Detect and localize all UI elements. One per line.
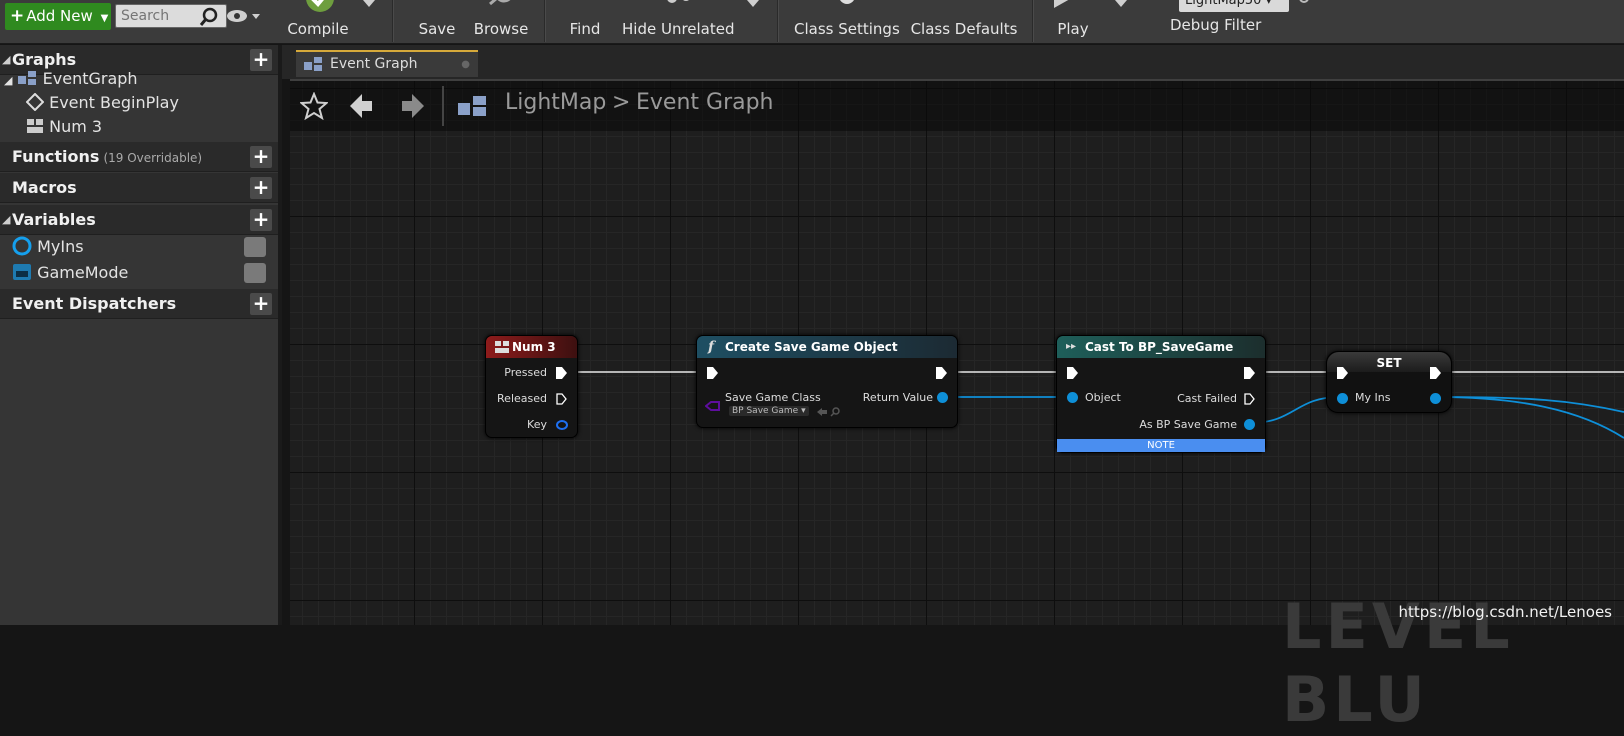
exec-pin-in[interactable] bbox=[1337, 367, 1348, 379]
key-struct-pin[interactable] bbox=[555, 419, 569, 431]
my-ins-output-pin[interactable] bbox=[1430, 393, 1441, 404]
object-wire bbox=[1436, 397, 1624, 438]
pin-label-key: Key bbox=[527, 418, 547, 431]
keyboard-event-icon bbox=[495, 341, 509, 353]
class-pin[interactable] bbox=[705, 400, 721, 412]
node-header: f Create Save Game Object bbox=[697, 336, 957, 358]
pin-label-cast-failed: Cast Failed bbox=[1177, 392, 1237, 405]
exec-pin-out[interactable] bbox=[1244, 367, 1255, 379]
node-cast-to-bp-savegame[interactable]: ▸▸ Cast To BP_SaveGame Object Cast Faile… bbox=[1056, 335, 1266, 453]
exec-pin-pressed[interactable] bbox=[556, 367, 567, 379]
node-set-myins[interactable]: SET My Ins bbox=[1326, 351, 1452, 413]
function-icon: f bbox=[708, 336, 714, 358]
pin-label-save-game-class: Save Game Class bbox=[725, 391, 821, 404]
node-header: ▸▸ Cast To BP_SaveGame bbox=[1057, 336, 1265, 358]
node-note-bar[interactable]: NOTE bbox=[1057, 439, 1265, 452]
exec-pin-in[interactable] bbox=[1067, 367, 1078, 379]
exec-pin-released[interactable] bbox=[556, 393, 567, 405]
use-selected-asset-icon[interactable] bbox=[817, 407, 828, 417]
node-num3[interactable]: Num 3 Pressed Released Key bbox=[485, 335, 578, 438]
pin-label-my-ins: My Ins bbox=[1355, 391, 1390, 404]
pin-label-object: Object bbox=[1085, 391, 1121, 404]
cast-icon: ▸▸ bbox=[1066, 336, 1076, 358]
my-ins-input-pin[interactable] bbox=[1337, 393, 1348, 404]
object-input-pin[interactable] bbox=[1067, 392, 1078, 403]
exec-pin-out[interactable] bbox=[936, 367, 947, 379]
browse-asset-icon[interactable] bbox=[830, 407, 841, 417]
exec-pin-in[interactable] bbox=[707, 367, 718, 379]
node-header: Num 3 bbox=[486, 336, 577, 358]
url-watermark: https://blog.csdn.net/Lenoes bbox=[1398, 603, 1612, 621]
save-game-class-value[interactable]: BP Save Game ▾ bbox=[729, 406, 809, 416]
exec-pin-out[interactable] bbox=[1430, 367, 1441, 379]
graph-wires bbox=[0, 0, 1624, 625]
node-create-save-game-object[interactable]: f Create Save Game Object Save Game Clas… bbox=[696, 335, 958, 428]
as-bp-save-game-pin[interactable] bbox=[1244, 419, 1255, 430]
pin-label-return-value: Return Value bbox=[863, 391, 933, 404]
pin-label-pressed: Pressed bbox=[504, 366, 547, 379]
return-value-pin[interactable] bbox=[937, 392, 948, 403]
pin-label-released: Released bbox=[497, 392, 547, 405]
pin-label-as-bp-save-game: As BP Save Game bbox=[1139, 418, 1237, 431]
exec-pin-cast-failed[interactable] bbox=[1244, 393, 1255, 405]
